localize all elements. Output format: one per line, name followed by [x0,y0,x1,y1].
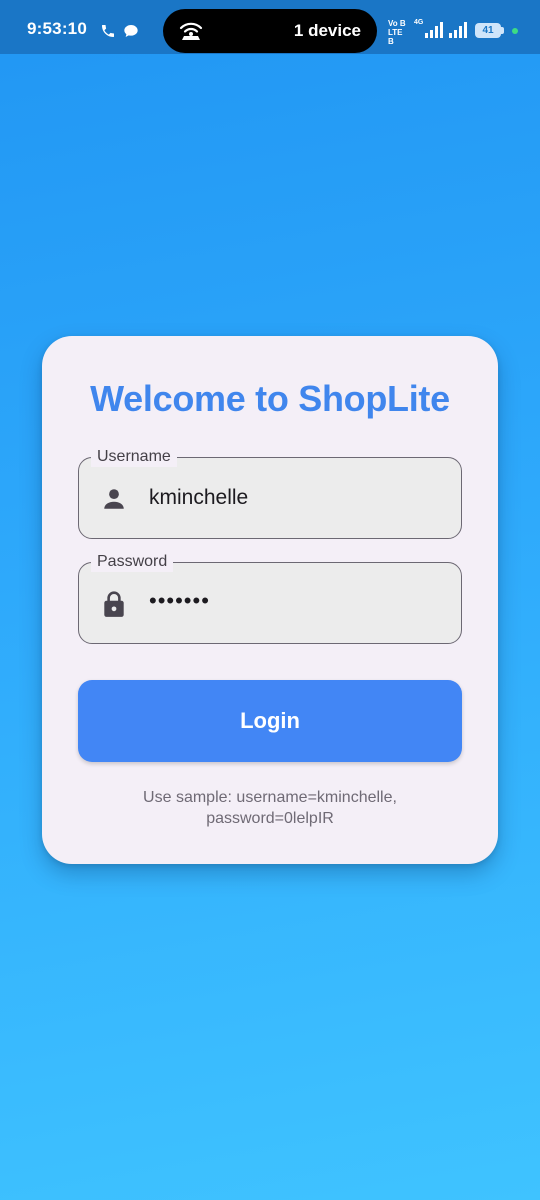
battery-tip [501,27,504,34]
username-field[interactable]: Username [78,447,462,539]
lock-icon [104,591,124,617]
phone-icon [102,25,114,37]
network-type-label: 4G [414,19,424,26]
username-label: Username [91,447,177,467]
hotspot-device-count: 1 device [293,21,361,40]
hotspot-indicator[interactable]: 1 device [163,9,377,53]
hotspot-icon [179,22,203,40]
person-icon [104,489,124,509]
login-button[interactable]: Login [78,680,462,762]
signal-icon [425,22,443,38]
password-input[interactable] [149,585,439,617]
login-card: Welcome to ShopLite Username Password Lo… [42,336,498,864]
username-input[interactable] [149,482,439,514]
signal-icon-secondary [449,22,467,38]
status-bar: 9:53:10 1 device Vo B LTE B 4G 41 [0,0,540,54]
status-time: 9:53:10 [27,19,87,38]
welcome-title: Welcome to ShopLite [90,378,450,419]
password-field[interactable]: Password [78,552,462,644]
password-label: Password [91,552,174,572]
chat-bubble-icon [124,25,138,37]
privacy-indicator-dot [512,28,518,34]
sample-credentials-hint: Use sample: username=kminchelle, passwor… [143,789,397,827]
battery-icon: 41 [475,23,501,38]
volte-label: Vo B LTE B [388,19,406,46]
